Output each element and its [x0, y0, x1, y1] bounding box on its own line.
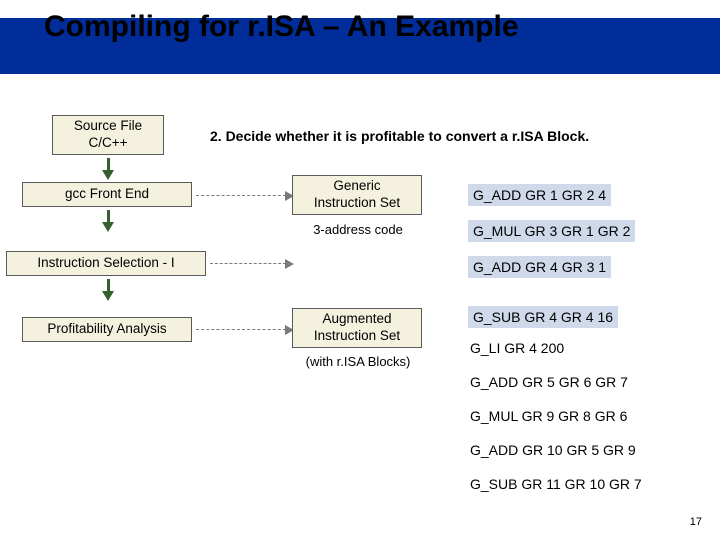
code-line: G_MUL GR 3 GR 1 GR 2 [468, 220, 635, 242]
arrow-right-icon [196, 195, 286, 196]
page-number: 17 [690, 516, 702, 528]
code-line: G_ADD GR 1 GR 2 4 [468, 184, 611, 206]
box-generic-iset: Generic Instruction Set [292, 175, 422, 215]
code-line: G_SUB GR 4 GR 4 16 [468, 306, 618, 328]
label-risa-blocks: (with r.ISA Blocks) [288, 354, 428, 369]
code-line: G_MUL GR 9 GR 8 GR 6 [470, 408, 627, 424]
slide: { "title": "Compiling for r.ISA – An Exa… [0, 0, 720, 540]
label-3addr: 3-address code [288, 222, 428, 237]
code-line: G_ADD GR 10 GR 5 GR 9 [470, 442, 636, 458]
box-instruction-selection: Instruction Selection - I [6, 251, 206, 276]
box-profitability: Profitability Analysis [22, 317, 192, 342]
code-line: G_LI GR 4 200 [470, 340, 564, 356]
code-line: G_SUB GR 11 GR 10 GR 7 [470, 476, 642, 492]
box-source: Source File C/C++ [52, 115, 164, 155]
code-line: G_ADD GR 5 GR 6 GR 7 [470, 374, 628, 390]
box-augmented-iset: Augmented Instruction Set [292, 308, 422, 348]
arrow-right-icon [210, 263, 286, 264]
arrow-right-icon [196, 329, 286, 330]
box-gcc-frontend: gcc Front End [22, 182, 192, 207]
slide-title: Compiling for r.ISA – An Example [44, 10, 684, 44]
subtitle: 2. Decide whether it is profitable to co… [210, 128, 589, 144]
code-line: G_ADD GR 4 GR 3 1 [468, 256, 611, 278]
